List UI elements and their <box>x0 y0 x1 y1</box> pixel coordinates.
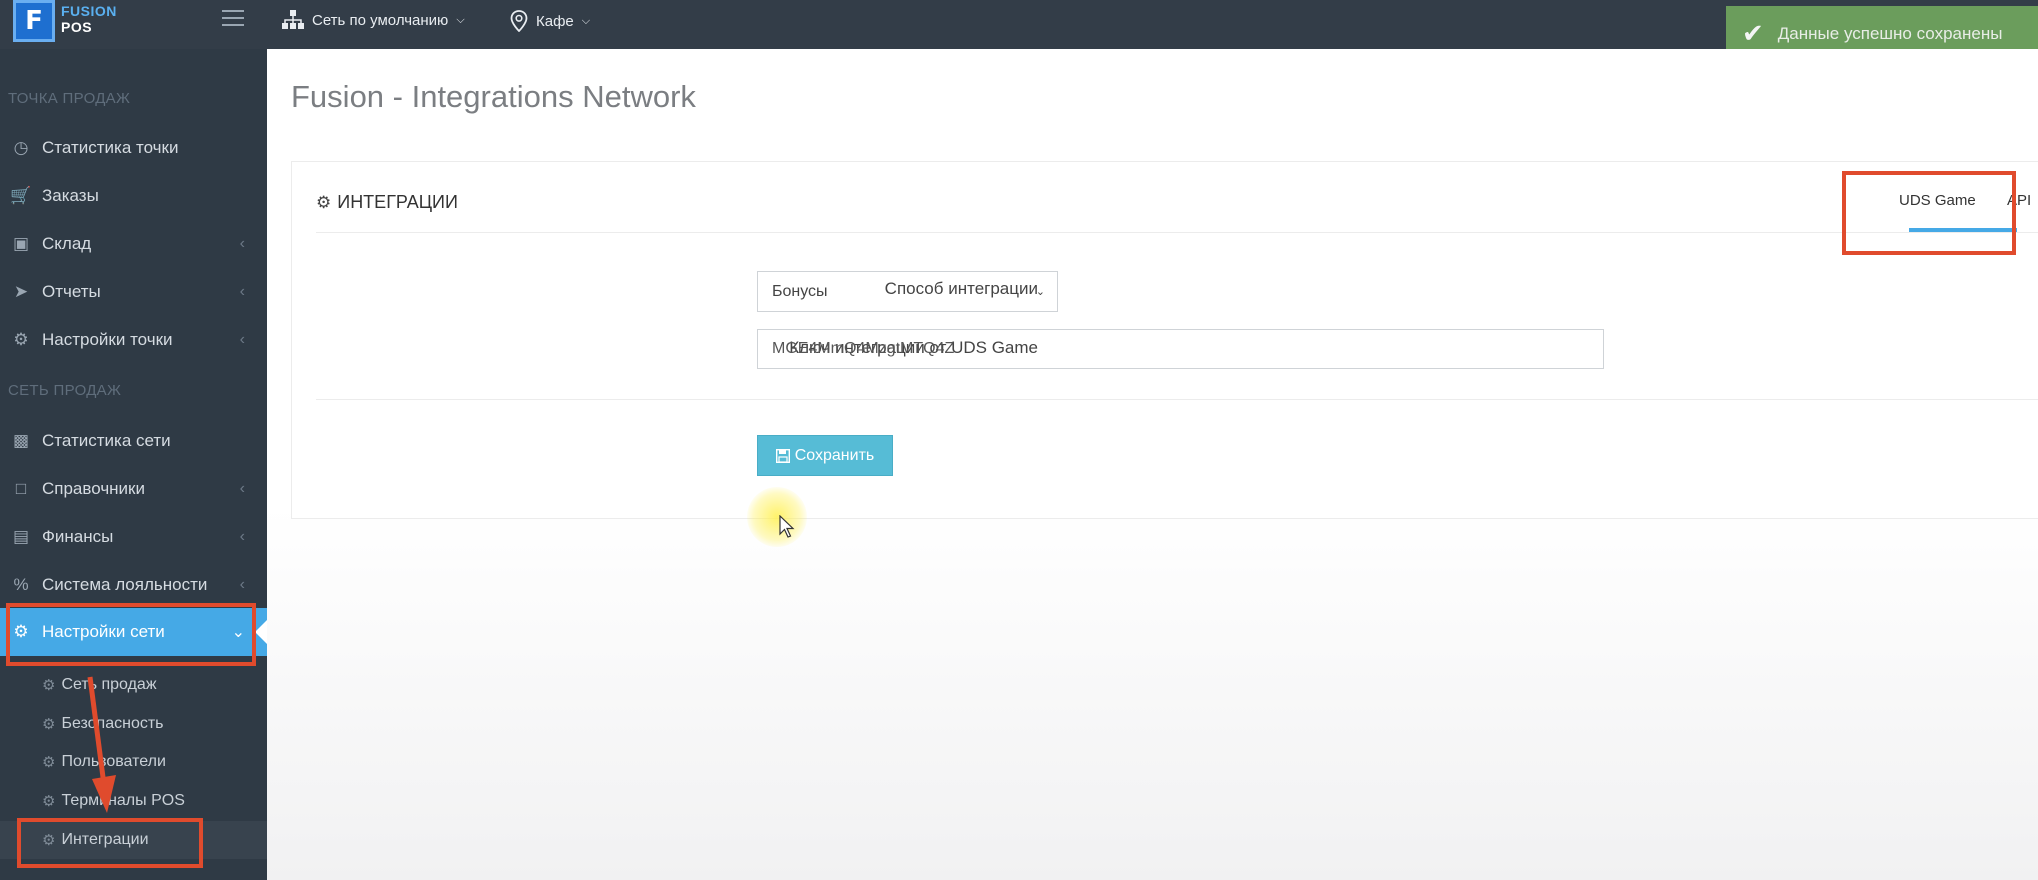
chevron-left-icon: ‹ <box>239 480 245 497</box>
integration-key-value: MGE4MmQ4MzgtMTQ4Z <box>772 340 955 357</box>
page-title: Fusion - Integrations Network <box>291 79 696 114</box>
divider <box>316 232 2038 233</box>
sidebar-section-network: СЕТЬ ПРОДАЖ <box>8 382 122 399</box>
logo-text: FUSION POS <box>61 3 117 35</box>
chevron-down-icon: ⌄ <box>1035 286 1045 298</box>
gear-icon: ⚙ <box>316 192 332 212</box>
sidebar-item-label: Финансы <box>42 527 114 546</box>
sidebar-item-reports[interactable]: ➤ Отчеты ‹ <box>0 268 267 316</box>
save-button[interactable]: Сохранить <box>757 435 893 476</box>
sidebar-item-point-settings[interactable]: ⚙ Настройки точки ‹ <box>0 316 267 364</box>
inbox-icon: ▣ <box>12 234 30 253</box>
sidebar-item-label: Заказы <box>42 186 99 205</box>
sidebar-item-network-stats[interactable]: ▩ Статистика сети <box>0 417 267 465</box>
chevron-down-icon: ⌵ <box>581 14 591 27</box>
highlight-box-uds-tab <box>1842 171 2016 255</box>
bar-chart-icon: ▩ <box>12 431 30 450</box>
network-dropdown[interactable]: Сеть по умолчанию ⌵ <box>282 10 465 30</box>
sidebar-subitem-security[interactable]: ⚙ Безопасность <box>0 705 267 743</box>
floppy-disk-icon <box>775 448 790 463</box>
sidebar-item-loyalty[interactable]: % Система лояльности ‹ <box>0 561 267 609</box>
annotation-arrow-icon <box>87 676 116 813</box>
toast-message: Данные успешно сохранены <box>1777 23 2003 43</box>
integration-method-select[interactable]: Бонусы ⌄ <box>757 271 1058 312</box>
main-content: Fusion - Integrations Network ⚙ ИНТЕГРАЦ… <box>267 49 2038 880</box>
chevron-down-icon: ⌵ <box>456 13 465 26</box>
sidebar-item-label: Настройки точки <box>42 330 173 349</box>
sidebar-item-orders[interactable]: 🛒 Заказы <box>0 172 267 220</box>
send-icon: ➤ <box>13 282 29 301</box>
venue-dropdown[interactable]: Кафе ⌵ <box>510 10 590 32</box>
integration-method-value: Бонусы <box>772 282 828 300</box>
gear-icon: ⚙ <box>42 716 56 733</box>
chevron-left-icon: ‹ <box>239 528 245 545</box>
sidebar: ТОЧКА ПРОДАЖ ◷ Статистика точки 🛒 Заказы… <box>0 49 267 880</box>
sidebar-section-point: ТОЧКА ПРОДАЖ <box>8 90 131 107</box>
integration-key-input[interactable]: MGE4MmQ4MzgtMTQ4Z <box>757 329 1604 369</box>
panel-title: ⚙ ИНТЕГРАЦИИ <box>316 192 458 213</box>
sidebar-item-point-stats[interactable]: ◷ Статистика точки <box>0 124 267 172</box>
sidebar-item-label: Отчеты <box>42 282 101 301</box>
chevron-left-icon: ‹ <box>239 576 245 593</box>
venue-dropdown-label: Кафе <box>536 12 574 30</box>
gear-icon: ⚙ <box>42 793 56 810</box>
gear-icon: ⚙ <box>42 677 56 694</box>
save-button-label: Сохранить <box>794 446 875 464</box>
gear-icon: ⚙ <box>13 330 29 349</box>
sidebar-item-label: Справочники <box>42 479 145 498</box>
integrations-panel: ⚙ ИНТЕГРАЦИИ UDS Game API Способ интегра… <box>291 161 2038 519</box>
mouse-pointer-icon <box>779 515 795 538</box>
sitemap-icon <box>282 10 304 29</box>
sidebar-item-label: Система лояльности <box>42 575 208 594</box>
menu-toggle-icon[interactable] <box>222 10 244 28</box>
network-dropdown-label: Сеть по умолчанию <box>312 11 449 29</box>
map-pin-icon <box>510 10 528 32</box>
logo[interactable]: F FUSION POS <box>13 0 118 42</box>
cart-icon: 🛒 <box>10 186 32 205</box>
sidebar-item-label: Статистика сети <box>42 431 171 450</box>
gear-icon: ⚙ <box>42 754 56 771</box>
chevron-left-icon: ‹ <box>239 235 245 252</box>
highlight-box-integrations <box>17 818 203 868</box>
sidebar-item-label: Статистика точки <box>42 138 179 157</box>
sidebar-item-label: Склад <box>42 234 92 253</box>
chevron-left-icon: ‹ <box>239 283 245 300</box>
active-indicator <box>255 620 267 644</box>
cursor-highlight <box>747 487 807 547</box>
sidebar-item-finance[interactable]: ▤ Финансы ‹ <box>0 513 267 561</box>
check-icon: ✔ <box>1742 18 1764 48</box>
chevron-left-icon: ‹ <box>239 331 245 348</box>
sidebar-item-directories[interactable]: □ Справочники ‹ <box>0 465 267 513</box>
highlight-box-network-settings <box>6 603 256 666</box>
money-icon: ▤ <box>12 527 30 546</box>
divider <box>316 399 2038 400</box>
percent-icon: % <box>13 575 29 594</box>
sidebar-subitem-sales-network[interactable]: ⚙ Сеть продаж <box>0 666 267 704</box>
logo-mark: F <box>13 0 55 42</box>
sidebar-subitem-users[interactable]: ⚙ Пользователи <box>0 743 267 781</box>
sidebar-item-warehouse[interactable]: ▣ Склад ‹ <box>0 220 267 268</box>
dashboard-icon: ◷ <box>13 138 29 157</box>
folder-icon: □ <box>15 479 27 498</box>
panel-title-text: ИНТЕГРАЦИИ <box>337 192 458 212</box>
sidebar-subitem-pos-terminals[interactable]: ⚙ Терминалы POS <box>0 782 267 820</box>
